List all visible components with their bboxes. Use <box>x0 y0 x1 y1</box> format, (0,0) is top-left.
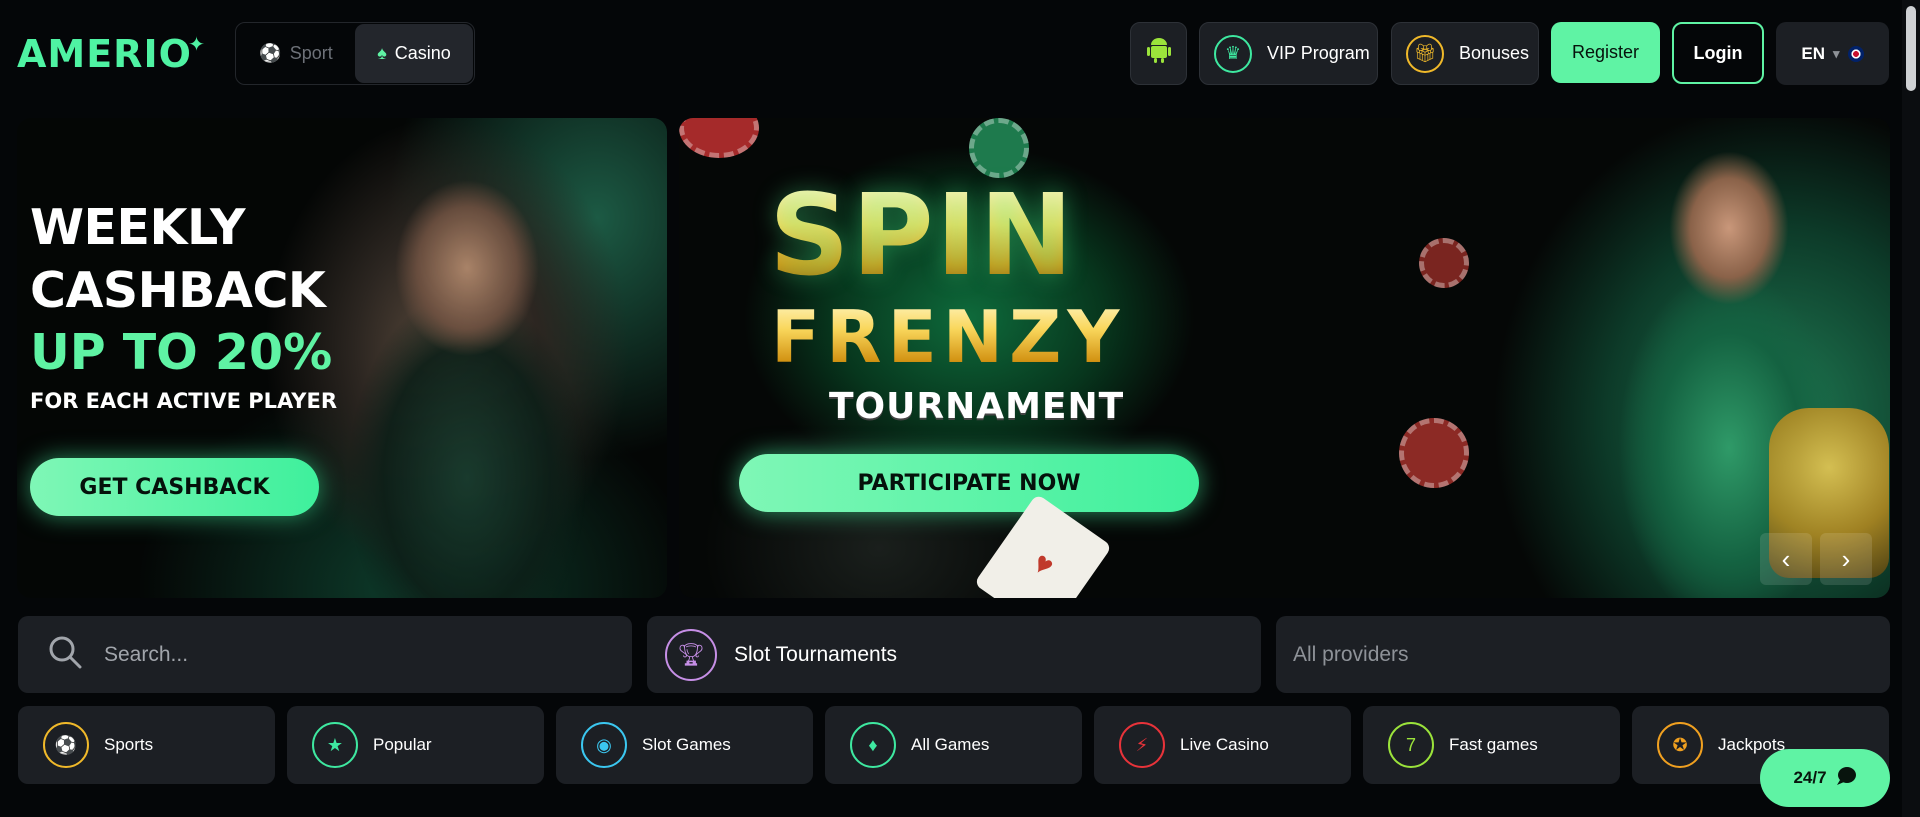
sport-tab-label: Sport <box>289 43 333 63</box>
category-slot-games[interactable]: ◉ Slot Games <box>556 706 813 784</box>
bonuses-label: Bonuses <box>1459 43 1530 63</box>
uk-flag-icon <box>1847 45 1864 62</box>
category-fast-games[interactable]: 7 Fast games <box>1363 706 1620 784</box>
poker-chip <box>679 118 759 158</box>
slot-machine-icon: 7 <box>1388 722 1434 768</box>
chat-bubble-icon <box>1835 766 1857 791</box>
cashback-subtitle: FOR EACH ACTIVE PLAYER <box>30 389 338 413</box>
site-header: AMERIO ✦ ⚽ Sport ♠ Casino ♛ VIP Program … <box>0 0 1920 106</box>
tournament-label: TOURNAMENT <box>829 386 1125 427</box>
cashback-title-line2: CASHBACK <box>30 262 326 319</box>
ball-icon: ⚽ <box>259 43 282 63</box>
category-label: Popular <box>373 735 432 754</box>
popular-star-icon: ★ <box>312 722 358 768</box>
support-chat-button[interactable]: 24/7 <box>1760 749 1890 807</box>
tournament-banner[interactable]: SPIN FRENZY TOURNAMENT PARTICIPATE NOW ♥… <box>679 118 1890 598</box>
carousel-prev-button[interactable]: ‹ <box>1760 533 1812 585</box>
cashback-percentage: UP TO 20% <box>30 324 333 381</box>
vip-program-label: VIP Program <box>1267 43 1370 63</box>
gift-icon: 🎁︎ <box>1406 34 1444 73</box>
lightning-icon: ⚡︎ <box>1119 722 1165 768</box>
category-popular[interactable]: ★ Popular <box>287 706 544 784</box>
providers-select[interactable]: All providers <box>1276 616 1890 693</box>
cards-icon: ♦ <box>850 722 896 768</box>
cashback-title: WEEKLY CASHBACK <box>30 196 326 322</box>
category-label: Slot Games <box>642 735 731 754</box>
chevron-down-icon: ▾ <box>1833 45 1840 61</box>
category-label: Fast games <box>1449 735 1538 754</box>
bonuses-button[interactable]: 🎁︎ Bonuses <box>1391 22 1539 85</box>
vip-program-button[interactable]: ♛ VIP Program <box>1199 22 1378 85</box>
slot-icon: ◉ <box>581 722 627 768</box>
sparkle-icon: ✦ <box>188 32 206 56</box>
poker-chip <box>969 118 1029 178</box>
spin-frenzy-title: SPIN <box>769 171 1076 301</box>
search-input[interactable] <box>104 642 584 667</box>
vip-icon: ♛ <box>1214 34 1252 73</box>
sport-casino-switch: ⚽ Sport ♠ Casino <box>235 22 475 85</box>
category-all-games[interactable]: ♦ All Games <box>825 706 1082 784</box>
language-selector[interactable]: EN ▾ <box>1776 22 1889 85</box>
casino-tab[interactable]: ♠ Casino <box>355 24 473 83</box>
poker-chip <box>1419 238 1469 288</box>
category-label: Live Casino <box>1180 735 1269 754</box>
poker-chip <box>1399 418 1469 488</box>
language-code: EN <box>1801 43 1826 63</box>
scrollbar-thumb[interactable] <box>1906 6 1916 91</box>
sports-ball-icon: ⚽ <box>43 722 89 768</box>
category-sports[interactable]: ⚽ Sports <box>18 706 275 784</box>
logo-text: AMERIO <box>17 32 192 76</box>
android-icon <box>1146 37 1171 70</box>
banner-model-image <box>347 148 587 598</box>
spin-frenzy-subtitle: FRENZY <box>771 295 1126 379</box>
search-icon <box>48 635 82 674</box>
search-box[interactable] <box>18 616 632 693</box>
category-label: All Games <box>911 735 990 754</box>
login-button[interactable]: Login <box>1672 22 1764 84</box>
get-cashback-button[interactable]: GET CASHBACK <box>30 458 319 516</box>
android-app-button[interactable] <box>1130 22 1187 85</box>
slot-tournaments-button[interactable]: 🏆︎ Slot Tournaments <box>647 616 1261 693</box>
spade-icon: ♠ <box>377 43 387 63</box>
category-label: Sports <box>104 735 154 754</box>
chevron-left-icon: ‹ <box>1781 543 1791 574</box>
amerio-logo[interactable]: AMERIO ✦ <box>17 30 205 78</box>
cashback-banner[interactable]: WEEKLY CASHBACK UP TO 20% FOR EACH ACTIV… <box>17 118 667 598</box>
category-bar: ⚽ Sports ★ Popular ◉ Slot Games ♦ All Ga… <box>18 706 1890 784</box>
carousel-next-button[interactable]: › <box>1820 533 1872 585</box>
medal-icon: ✪ <box>1657 722 1703 768</box>
cashback-title-line1: WEEKLY <box>30 199 246 256</box>
category-live-casino[interactable]: ⚡︎ Live Casino <box>1094 706 1351 784</box>
slot-tournaments-label: Slot Tournaments <box>734 642 898 666</box>
chevron-right-icon: › <box>1841 543 1851 574</box>
support-label: 24/7 <box>1793 768 1827 787</box>
sport-tab[interactable]: ⚽ Sport <box>237 24 355 83</box>
page-scrollbar[interactable] <box>1902 0 1920 817</box>
trophy-icon: 🏆︎ <box>665 628 717 681</box>
register-button[interactable]: Register <box>1551 22 1660 83</box>
providers-label: All providers <box>1293 642 1409 666</box>
casino-tab-label: Casino <box>394 43 451 63</box>
participate-now-button[interactable]: PARTICIPATE NOW <box>739 454 1199 512</box>
